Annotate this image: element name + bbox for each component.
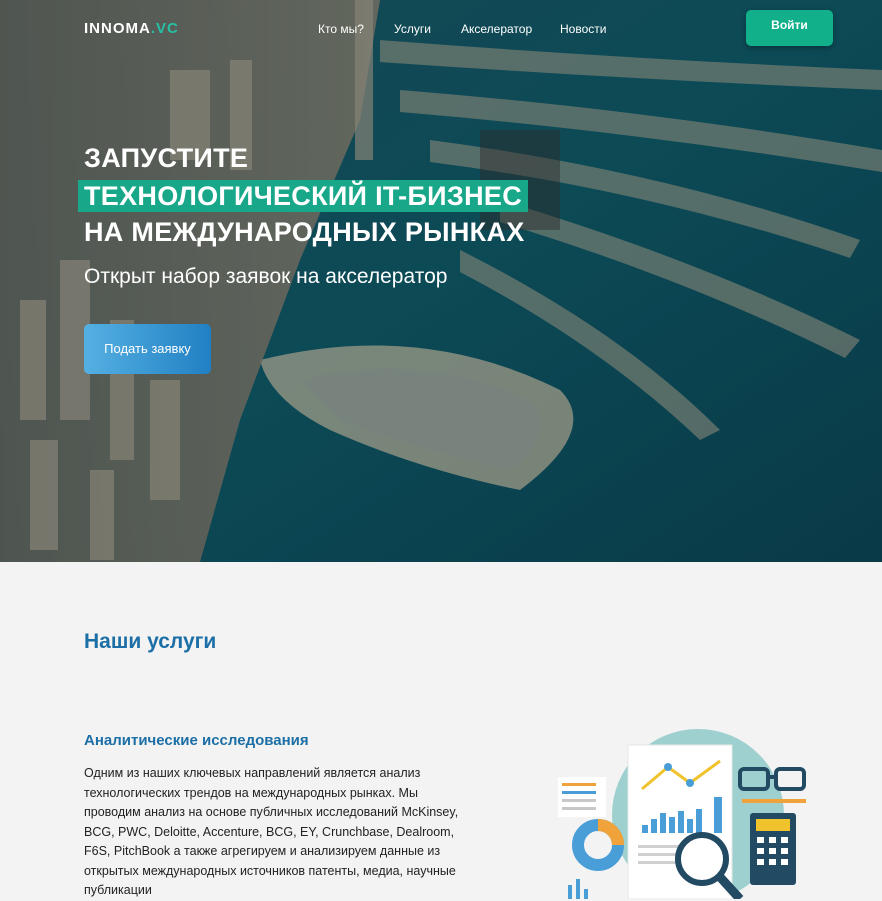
service-item-title: Аналитические исследования bbox=[84, 732, 309, 749]
hero-title-line-3: НА МЕЖДУНАРОДНЫХ РЫНКАХ bbox=[84, 217, 525, 247]
hero-section: INNOMA.VC Кто мы? Услуги Акселератор Нов… bbox=[0, 0, 882, 562]
services-section: Наши услуги Аналитические исследования О… bbox=[0, 562, 882, 899]
nav-link-services[interactable]: Услуги bbox=[394, 22, 431, 36]
brand-logo[interactable]: INNOMA.VC bbox=[84, 20, 179, 37]
hero-title-line-1: ЗАПУСТИТЕ bbox=[84, 143, 249, 173]
nav-link-about[interactable]: Кто мы? bbox=[318, 22, 364, 36]
nav-link-accelerator[interactable]: Акселератор bbox=[461, 22, 532, 36]
analytics-illustration bbox=[558, 729, 806, 899]
nav-link-news[interactable]: Новости bbox=[560, 22, 606, 36]
top-navigation: INNOMA.VC Кто мы? Услуги Акселератор Нов… bbox=[0, 0, 882, 56]
apply-button[interactable]: Подать заявку bbox=[84, 324, 211, 374]
hero-title-line-2-highlight: ТЕХНОЛОГИЧЕСКИЙ IT-БИЗНЕС bbox=[78, 180, 528, 212]
services-heading: Наши услуги bbox=[84, 630, 217, 653]
login-button[interactable]: Войти bbox=[746, 10, 833, 46]
service-item-description: Одним из наших ключевых направлений явля… bbox=[84, 766, 459, 897]
hero-subtitle: Открыт набор заявок на акселератор bbox=[84, 265, 448, 288]
magnifier-icon bbox=[675, 832, 729, 886]
